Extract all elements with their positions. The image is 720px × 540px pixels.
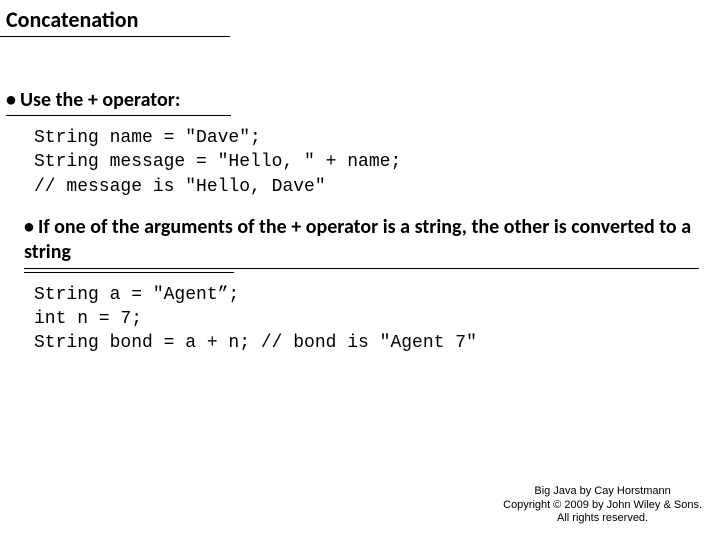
footer-line-3: All rights reserved. — [503, 512, 702, 526]
bullet-marker-icon: • — [24, 215, 38, 240]
bullet-2-underline-b — [24, 272, 234, 273]
bullet-1: •Use the + operator: — [6, 88, 710, 116]
bullet-1-underline — [6, 115, 231, 116]
footer-line-1: Big Java by Cay Horstmann — [503, 485, 702, 499]
bullet-2-underline-a — [24, 268, 699, 269]
title-underline — [0, 36, 230, 37]
slide-title: Concatenation — [6, 6, 138, 33]
footer: Big Java by Cay Horstmann Copyright © 20… — [503, 485, 702, 526]
footer-line-2: Copyright © 2009 by John Wiley & Sons. — [503, 499, 702, 513]
slide: Concatenation •Use the + operator: Strin… — [0, 0, 720, 540]
bullet-2-text: If one of the arguments of the + operato… — [24, 215, 691, 264]
slide-body: •Use the + operator: String name = "Dave… — [6, 88, 710, 372]
code-block-2: String a = "Agent”; int n = 7; String bo… — [6, 283, 710, 356]
bullet-marker-icon: • — [6, 88, 20, 112]
bullet-1-text: Use the + operator: — [20, 88, 180, 112]
code-block-1: String name = "Dave"; String message = "… — [6, 126, 710, 199]
bullet-2: •If one of the arguments of the + operat… — [6, 215, 710, 273]
